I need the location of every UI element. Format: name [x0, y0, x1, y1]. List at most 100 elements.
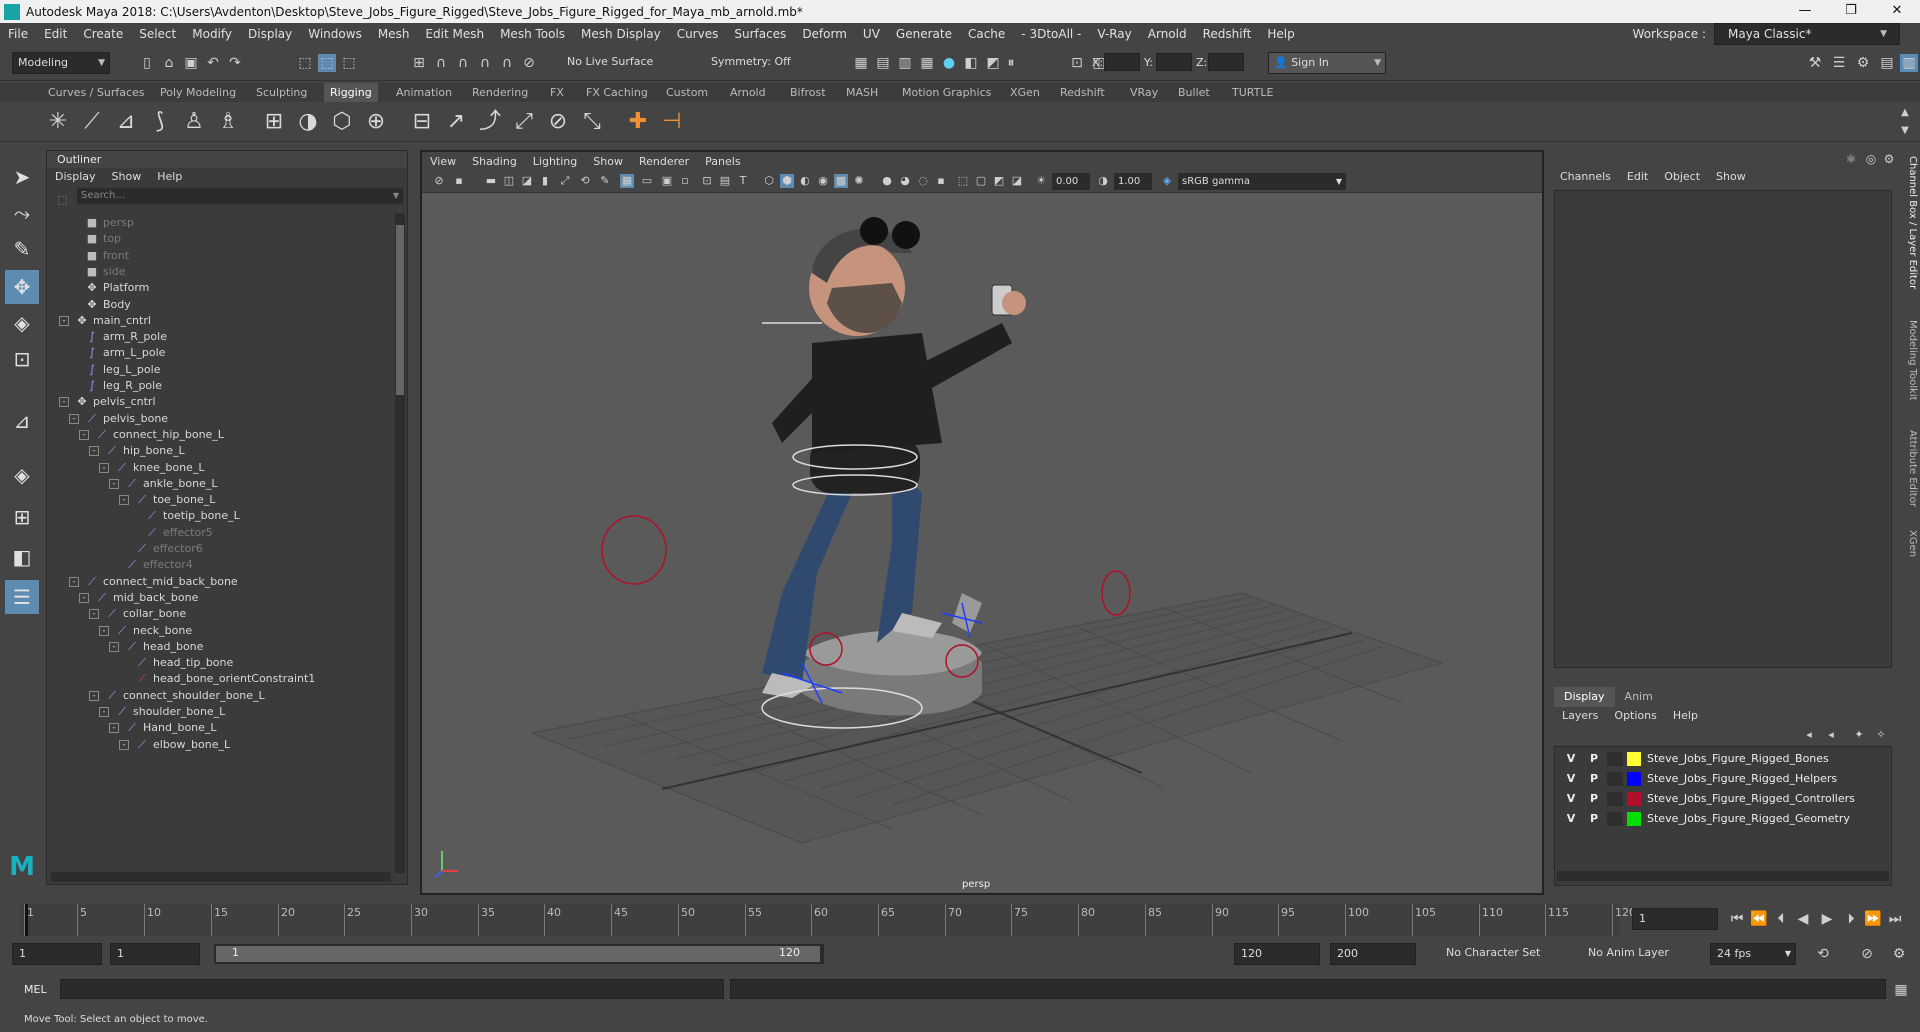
pan-zoom-icon[interactable]: ⟲	[578, 174, 592, 188]
quick-rig-icon[interactable]: ♗	[214, 108, 242, 136]
shelf-tab-redshift[interactable]: Redshift	[1054, 83, 1111, 102]
modeling-toolkit-icon[interactable]: ⚒	[1806, 54, 1824, 72]
time-ruler[interactable]: 1 5 10 15 20 25 30 35 40 45 50 55 60 65 70 75 80 85 90 95 10…	[20, 904, 1636, 936]
select-object-icon[interactable]: ⬚	[318, 54, 336, 72]
menu-mesh[interactable]: Mesh	[370, 27, 418, 41]
scene-view[interactable]: persp	[422, 193, 1542, 893]
shelf-scroll-down-icon[interactable]: ▼	[1896, 122, 1914, 140]
safe-action-icon[interactable]: ▣	[660, 174, 674, 188]
collapse-icon[interactable]: -	[89, 446, 99, 457]
bookmark-icon[interactable]: ▪	[452, 174, 466, 188]
command-input[interactable]	[60, 979, 724, 999]
ipr-render-icon[interactable]: ▥	[896, 54, 914, 72]
channel-layer-toggle-icon[interactable]: ▥	[1900, 54, 1918, 72]
film-icon[interactable]: ▤	[718, 174, 732, 188]
shelf-tab-turtle[interactable]: TURTLE	[1226, 83, 1279, 102]
viewport-menu-view[interactable]: View	[422, 152, 464, 171]
x-field[interactable]	[1104, 53, 1140, 71]
shelf-tab-custom[interactable]: Custom	[660, 83, 714, 102]
step-forward-key-icon[interactable]: ⏵	[1842, 910, 1860, 928]
field-chart-icon[interactable]: ▭	[640, 174, 654, 188]
menu-vray[interactable]: V-Ray	[1089, 27, 1139, 41]
grid-toggle-icon[interactable]: ⤢	[558, 174, 572, 188]
resolution-gate-icon[interactable]: ◪	[520, 174, 534, 188]
camera-attributes-icon[interactable]: ⊘	[432, 174, 446, 188]
search-filter-icon[interactable]: ⬚	[57, 193, 67, 206]
new-scene-icon[interactable]: ▯	[138, 54, 156, 72]
wireframe-icon[interactable]: ⬡	[762, 174, 776, 188]
layer-tab-display[interactable]: Display	[1554, 687, 1615, 707]
insert-joint-icon[interactable]: ⟋	[78, 108, 106, 136]
shadows-icon[interactable]: ●	[880, 174, 894, 188]
layer-color-swatch[interactable]	[1627, 792, 1641, 806]
smooth-shade-icon[interactable]: ⬢	[780, 174, 794, 188]
minimize-button[interactable]: —	[1782, 0, 1828, 23]
open-scene-icon[interactable]: ⌂	[160, 54, 178, 72]
script-editor-icon[interactable]: ▦	[1892, 981, 1910, 999]
isolate-select-icon[interactable]: ⬚	[956, 174, 970, 188]
undo-icon[interactable]: ↶	[204, 54, 222, 72]
menu-surfaces[interactable]: Surfaces	[726, 27, 794, 41]
snap-surface-icon[interactable]: ∩	[498, 54, 516, 72]
live-surface-field[interactable]: No Live Surface	[562, 52, 662, 74]
layer-visibility-toggle[interactable]: V	[1563, 749, 1579, 769]
collapse-icon[interactable]: -	[79, 592, 89, 603]
anim-layer-dropdown[interactable]: No Anim Layer	[1582, 943, 1692, 965]
channel-box-options-icon[interactable]: ⚛	[1842, 150, 1860, 168]
maximize-button[interactable]: ❐	[1828, 0, 1874, 23]
bind-skin-icon[interactable]: ⊞	[260, 108, 288, 136]
menu-curves[interactable]: Curves	[669, 27, 727, 41]
go-to-start-icon[interactable]: ⏮	[1728, 910, 1746, 928]
collapse-icon[interactable]: -	[69, 413, 79, 424]
chevron-down-icon[interactable]: ▼	[393, 188, 399, 204]
layer-row[interactable]: V P Steve_Jobs_Figure_Rigged_Helpers	[1555, 769, 1891, 789]
render-frame-icon[interactable]: ▤	[874, 54, 892, 72]
side-tab-channel-box[interactable]: Channel Box / Layer Editor	[1902, 156, 1918, 289]
menu-mesh-display[interactable]: Mesh Display	[573, 27, 669, 41]
scrollbar-thumb[interactable]	[396, 225, 404, 395]
single-pane-icon[interactable]: ◈	[5, 458, 39, 492]
menu-deform[interactable]: Deform	[794, 27, 855, 41]
step-back-key-icon[interactable]: ⏴	[1772, 910, 1790, 928]
ik-handle-icon[interactable]: ⊿	[112, 108, 140, 136]
layer-row[interactable]: V P Steve_Jobs_Figure_Rigged_Bones	[1555, 749, 1891, 769]
layer-playback-toggle[interactable]: P	[1586, 789, 1602, 809]
layer-display-type[interactable]	[1607, 812, 1623, 826]
menu-create[interactable]: Create	[75, 27, 131, 41]
viewport-menu-show[interactable]: Show	[585, 152, 631, 171]
gamma-field[interactable]: 1.00	[1114, 173, 1152, 190]
playback-start-field[interactable]: 1	[110, 943, 200, 965]
default-material-icon[interactable]: ◐	[798, 174, 812, 188]
shelf-tab-rigging[interactable]: Rigging	[324, 83, 378, 102]
collapse-icon[interactable]: -	[59, 397, 69, 408]
playback-end-field[interactable]: 120	[1234, 943, 1320, 965]
layer-row[interactable]: V P Steve_Jobs_Figure_Rigged_Controllers	[1555, 789, 1891, 809]
collapse-icon[interactable]: -	[59, 315, 69, 326]
viewport-menu-lighting[interactable]: Lighting	[525, 152, 585, 171]
menu-display[interactable]: Display	[240, 27, 300, 41]
save-scene-icon[interactable]: ▣	[182, 54, 200, 72]
layer-display-type[interactable]	[1607, 752, 1623, 766]
range-slider[interactable]: 1 120	[214, 944, 824, 964]
layer-color-swatch[interactable]	[1627, 812, 1641, 826]
outliner-search-input[interactable]: Search... ▼	[77, 188, 403, 204]
layer-hscrollbar[interactable]	[1557, 871, 1889, 881]
outliner-scrollbar[interactable]	[395, 213, 405, 873]
channel-menu-channels[interactable]: Channels	[1552, 168, 1619, 186]
collapse-icon[interactable]: -	[119, 495, 129, 506]
snap-curve-icon[interactable]: ∩	[432, 54, 450, 72]
color-space-dropdown[interactable]: sRGB gamma ▼	[1178, 173, 1346, 190]
shelf-tab-mash[interactable]: MASH	[840, 83, 884, 102]
menu-uv[interactable]: UV	[855, 27, 888, 41]
textured-icon[interactable]: ◉	[816, 174, 830, 188]
shelf-tab-bullet[interactable]: Bullet	[1172, 83, 1216, 102]
paint-select-icon[interactable]: ✎	[5, 232, 39, 266]
shelf-tab-xgen[interactable]: XGen	[1004, 83, 1046, 102]
go-to-end-icon[interactable]: ⏭	[1886, 910, 1904, 928]
menu-edit[interactable]: Edit	[36, 27, 75, 41]
layer-visibility-toggle[interactable]: V	[1563, 809, 1579, 829]
point-constraint-icon[interactable]: ⊟	[408, 108, 436, 136]
layer-playback-toggle[interactable]: P	[1586, 769, 1602, 789]
layer-visibility-toggle[interactable]: V	[1563, 789, 1579, 809]
shelf-tab-sculpting[interactable]: Sculpting	[250, 83, 313, 102]
